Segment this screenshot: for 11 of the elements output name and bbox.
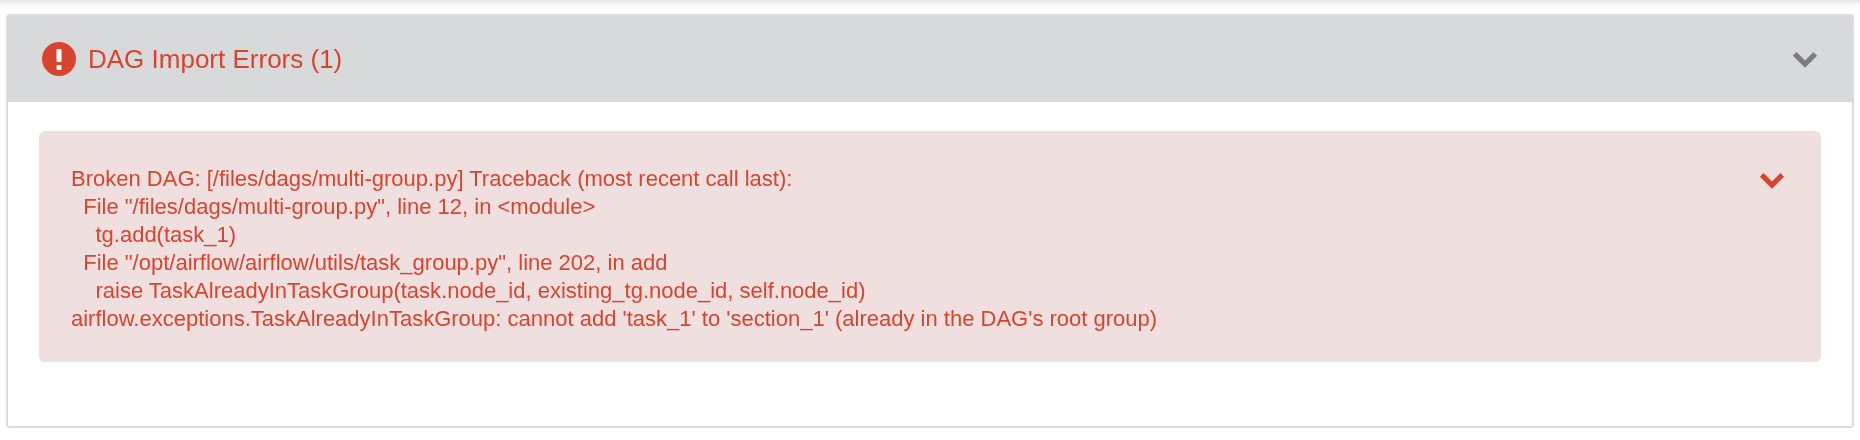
exclamation-icon bbox=[42, 42, 76, 76]
traceback-line: raise TaskAlreadyInTaskGroup(task.node_id, existing_tg.node_id, self.node_id) bbox=[94, 277, 867, 305]
traceback-line: tg.add(task_1) bbox=[94, 221, 238, 249]
traceback-line: File "/opt/airflow/airflow/utils/task_group.py", line 202, in add bbox=[82, 249, 669, 277]
traceback-line: Broken DAG: [/files/dags/multi-group.py] Traceback (most recent call last): bbox=[71, 165, 794, 193]
panel-header[interactable]: DAG Import Errors (1) bbox=[8, 16, 1852, 102]
traceback-line: airflow.exceptions.TaskAlreadyInTaskGroup: cannot add 'task_1' to 'section_1' (already in the DAG's root group) bbox=[71, 305, 1158, 333]
chevron-icon bbox=[1792, 50, 1818, 68]
traceback-line: File "/files/dags/multi-group.py", line 12, in <module> bbox=[82, 193, 597, 221]
panel-title: DAG Import Errors (1) bbox=[88, 42, 343, 76]
chevron-icon bbox=[1759, 171, 1785, 189]
